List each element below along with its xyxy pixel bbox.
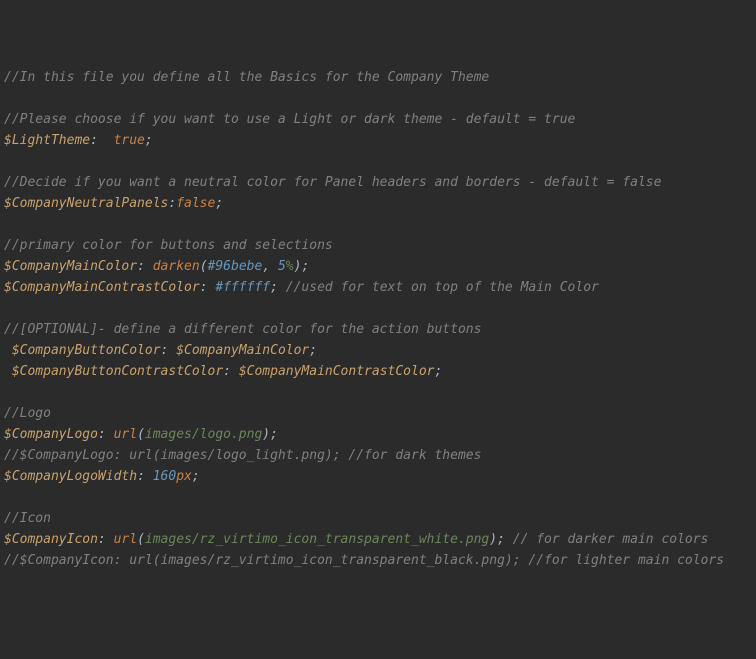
code-line: [4, 88, 752, 109]
code-line: $CompanyLogo: url(images/logo.png);: [4, 424, 752, 445]
function: url: [114, 427, 137, 442]
function: darken: [153, 259, 200, 274]
code-line: $LightTheme: true;: [4, 130, 752, 151]
code-line: //Logo: [4, 403, 752, 424]
variable: $CompanyLogo: [4, 427, 98, 442]
code-line: //[OPTIONAL]- define a different color f…: [4, 319, 752, 340]
code-line: $CompanyButtonContrastColor: $CompanyMai…: [4, 361, 752, 382]
variable: $CompanyIcon: [4, 532, 98, 547]
function: url: [114, 532, 137, 547]
color-literal: #ffffff: [215, 280, 270, 295]
number: 160: [153, 469, 176, 484]
comment: //Logo: [4, 406, 51, 421]
comment: //[OPTIONAL]- define a different color f…: [4, 322, 481, 337]
variable: $CompanyMainContrastColor: [4, 280, 200, 295]
code-line: //In this file you define all the Basics…: [4, 67, 752, 88]
number: 5: [278, 259, 286, 274]
variable: $LightTheme: [4, 133, 90, 148]
code-line: [4, 382, 752, 403]
comment: //Icon: [4, 511, 51, 526]
code-line: //primary color for buttons and selectio…: [4, 235, 752, 256]
comment: //$CompanyLogo: url(images/logo_light.pn…: [4, 448, 481, 463]
comment: //used for text on top of the Main Color: [286, 280, 599, 295]
variable: $CompanyButtonContrastColor: [12, 364, 223, 379]
variable: $CompanyNeutralPanels: [4, 196, 168, 211]
comment: //primary color for buttons and selectio…: [4, 238, 333, 253]
path: images/logo.png: [145, 427, 262, 442]
code-line: //$CompanyLogo: url(images/logo_light.pn…: [4, 445, 752, 466]
code-line: //Icon: [4, 508, 752, 529]
comment: //$CompanyIcon: url(images/rz_virtimo_ic…: [4, 553, 724, 568]
unit: px: [176, 469, 192, 484]
code-line: [4, 151, 752, 172]
color-literal: #96bebe: [208, 259, 263, 274]
variable: $CompanyButtonColor: [12, 343, 161, 358]
code-editor[interactable]: //In this file you define all the Basics…: [4, 67, 752, 571]
comment: //In this file you define all the Basics…: [4, 70, 489, 85]
code-line: $CompanyMainContrastColor: #ffffff; //us…: [4, 277, 752, 298]
variable: $CompanyMainColor: [4, 259, 137, 274]
comment: //Decide if you want a neutral color for…: [4, 175, 661, 190]
comment: // for darker main colors: [513, 532, 709, 547]
path: images/rz_virtimo_icon_transparent_white…: [145, 532, 489, 547]
code-line: //$CompanyIcon: url(images/rz_virtimo_ic…: [4, 550, 752, 571]
code-line: $CompanyNeutralPanels:false;: [4, 193, 752, 214]
comment: //Please choose if you want to use a Lig…: [4, 112, 575, 127]
code-line: [4, 298, 752, 319]
boolean: false: [176, 196, 215, 211]
code-line: $CompanyButtonColor: $CompanyMainColor;: [4, 340, 752, 361]
code-line: [4, 214, 752, 235]
code-line: $CompanyLogoWidth: 160px;: [4, 466, 752, 487]
code-line: //Please choose if you want to use a Lig…: [4, 109, 752, 130]
variable-ref: $CompanyMainContrastColor: [239, 364, 435, 379]
code-line: //Decide if you want a neutral color for…: [4, 172, 752, 193]
variable-ref: $CompanyMainColor: [176, 343, 309, 358]
code-line: $CompanyMainColor: darken(#96bebe, 5%);: [4, 256, 752, 277]
boolean: true: [114, 133, 145, 148]
variable: $CompanyLogoWidth: [4, 469, 137, 484]
code-line: $CompanyIcon: url(images/rz_virtimo_icon…: [4, 529, 752, 550]
